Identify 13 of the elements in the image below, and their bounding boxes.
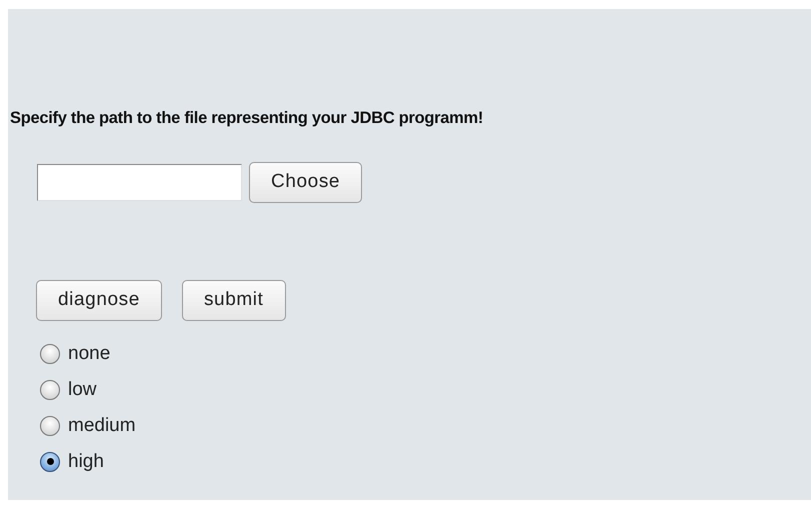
file-path-field[interactable] — [37, 164, 242, 201]
radio-button[interactable] — [40, 452, 60, 472]
radio-label[interactable]: low — [68, 376, 97, 404]
radio-button[interactable] — [40, 380, 60, 400]
radio-button[interactable] — [40, 416, 60, 436]
action-button[interactable]: submit — [182, 280, 286, 321]
radio-label[interactable]: none — [68, 340, 110, 368]
radio-label[interactable]: medium — [68, 412, 136, 440]
radio-button[interactable] — [40, 344, 60, 364]
choose-button[interactable]: Choose — [249, 162, 362, 203]
radio-label[interactable]: high — [68, 448, 104, 476]
instruction-text: Specify the path to the file representing your JDBC programm! — [10, 108, 484, 129]
action-button[interactable]: diagnose — [36, 280, 162, 321]
